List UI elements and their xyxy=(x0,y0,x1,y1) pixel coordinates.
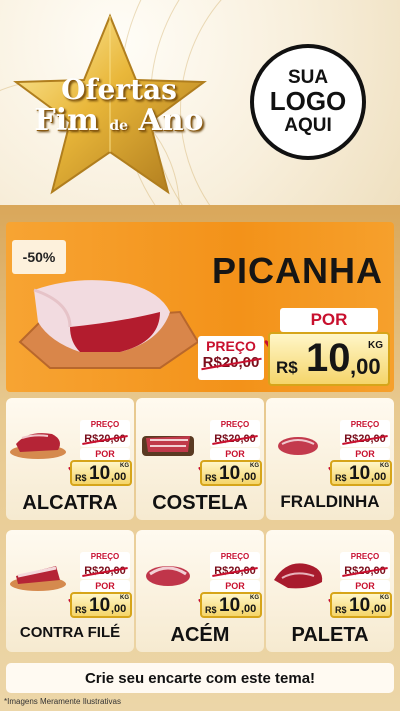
preco-label: PREÇO xyxy=(90,420,120,429)
brand-title: Ofertas Fim de Ano xyxy=(24,76,214,136)
hero-price-box: R$ 10 ,00 KG xyxy=(268,332,390,386)
preco-label: PREÇO xyxy=(220,420,250,429)
old-price-box: PREÇO R$20,00 xyxy=(80,420,130,447)
picanha-image xyxy=(18,280,200,369)
price-cents: ,00 xyxy=(111,471,127,483)
old-price-box: PREÇO R$20,00 xyxy=(340,420,390,447)
unit: KG xyxy=(380,595,389,601)
currency: R$ xyxy=(205,473,217,483)
hero-product-name: PICANHA xyxy=(211,250,383,291)
por-label: POR xyxy=(80,448,130,460)
old-price: R$20,00 xyxy=(84,433,126,445)
price-cents: ,00 xyxy=(371,603,387,615)
currency: R$ xyxy=(335,473,347,483)
old-price: R$20,00 xyxy=(344,433,386,445)
unit: KG xyxy=(250,595,259,601)
currency: R$ xyxy=(335,605,347,615)
por-label: POR xyxy=(80,580,130,592)
price-integer: 10 xyxy=(89,463,111,484)
currency: R$ xyxy=(205,605,217,615)
unit: KG xyxy=(120,595,129,601)
price-cents: ,00 xyxy=(241,471,257,483)
price-cents: ,00 xyxy=(371,471,387,483)
logo-line-sua: SUA xyxy=(287,67,329,89)
logo-line-aqui: AQUI xyxy=(284,114,332,136)
footnote: *Imagens Meramente Ilustrativas xyxy=(4,697,121,706)
brand-ano: Ano xyxy=(138,103,204,138)
old-price: R$20,00 xyxy=(344,565,386,577)
por-label: POR xyxy=(210,448,260,460)
por-label: POR xyxy=(340,448,390,460)
price-integer: 10 xyxy=(219,595,241,616)
product-card[interactable]: PREÇOR$20,00POR♥R$10,00KGACÉM xyxy=(136,530,264,652)
brand-fim: Fim xyxy=(34,103,99,138)
price-integer: 10 xyxy=(89,595,111,616)
price-integer: 10 xyxy=(219,463,241,484)
por-label: POR xyxy=(210,580,260,592)
preco-label: PREÇO xyxy=(350,552,380,561)
logo-line-logo: LOGO xyxy=(269,86,347,117)
product-image xyxy=(10,433,66,459)
price-box: R$ 10,00 KG xyxy=(200,592,262,618)
old-price: R$20,00 xyxy=(84,565,126,577)
product-name: ALCATRA xyxy=(22,492,118,514)
currency: R$ xyxy=(75,473,87,483)
product-card[interactable]: PREÇOR$20,00POR♥R$10,00KGALCATRA xyxy=(6,398,134,520)
product-card[interactable]: PREÇOR$20,00POR♥R$10,00KGCOSTELA xyxy=(136,398,264,520)
hero-price-cents: ,00 xyxy=(350,354,381,379)
product-image xyxy=(274,563,323,589)
cta-banner[interactable]: Crie seu encarte com este tema! xyxy=(6,663,394,693)
unit: KG xyxy=(250,463,259,469)
preco-label: PREÇO xyxy=(350,420,380,429)
preco-label: PREÇO xyxy=(90,552,120,561)
unit: KG xyxy=(120,463,129,469)
hero-old-price: R$20,00 xyxy=(202,354,260,371)
price-box: R$ 10,00 KG xyxy=(330,592,392,618)
old-price-box: PREÇO R$20,00 xyxy=(210,420,260,447)
price-box: R$ 10,00 KG xyxy=(70,460,132,486)
product-card[interactable]: PREÇOR$20,00POR♥R$10,00KGFRALDINHA xyxy=(266,398,394,520)
price-box: R$ 10,00 KG xyxy=(330,460,392,486)
old-price: R$20,00 xyxy=(214,433,256,445)
preco-label: PREÇO xyxy=(220,552,250,561)
price-integer: 10 xyxy=(349,463,371,484)
hero-old-price-box: PREÇO R$20,00 xyxy=(198,336,264,380)
brand-de: de xyxy=(109,118,129,134)
currency: R$ xyxy=(75,605,87,615)
product-image xyxy=(10,566,66,591)
flyer-page: Ofertas Fim de Ano SUA LOGO AQUI -50% PI… xyxy=(0,0,400,711)
hero-por-label: POR xyxy=(280,308,378,332)
hero-unit: KG xyxy=(368,340,383,351)
hero-currency: R$ xyxy=(276,358,298,377)
price-cents: ,00 xyxy=(111,603,127,615)
price-box: R$ 10,00 KG xyxy=(70,592,132,618)
hero-price-integer: 10 xyxy=(306,336,351,380)
old-price-box: PREÇO R$20,00 xyxy=(210,552,260,579)
old-price: R$20,00 xyxy=(214,565,256,577)
product-name: COSTELA xyxy=(152,492,248,514)
price-integer: 10 xyxy=(349,595,371,616)
old-price-box: PREÇO R$20,00 xyxy=(340,552,390,579)
product-image xyxy=(142,436,194,456)
product-name: FRALDINHA xyxy=(280,492,380,511)
brand-ofertas: Ofertas xyxy=(61,73,177,106)
product-card[interactable]: PREÇOR$20,00POR♥R$10,00KGPALETA xyxy=(266,530,394,652)
product-name: ACÉM xyxy=(170,624,230,646)
product-card[interactable]: PREÇOR$20,00POR♥R$10,00KGCONTRA FILÉ xyxy=(6,530,134,652)
price-box: R$ 10,00 KG xyxy=(200,460,262,486)
old-price-box: PREÇO R$20,00 xyxy=(80,552,130,579)
logo-placeholder[interactable]: SUA LOGO AQUI xyxy=(250,44,366,160)
product-image xyxy=(278,437,318,455)
product-image xyxy=(146,566,190,586)
por-label: POR xyxy=(340,580,390,592)
unit: KG xyxy=(380,463,389,469)
product-name: CONTRA FILÉ xyxy=(19,624,121,641)
hero-preco-label: PREÇO xyxy=(206,338,256,354)
price-cents: ,00 xyxy=(241,603,257,615)
discount-badge: -50% xyxy=(12,240,66,274)
product-name: PALETA xyxy=(291,624,369,646)
